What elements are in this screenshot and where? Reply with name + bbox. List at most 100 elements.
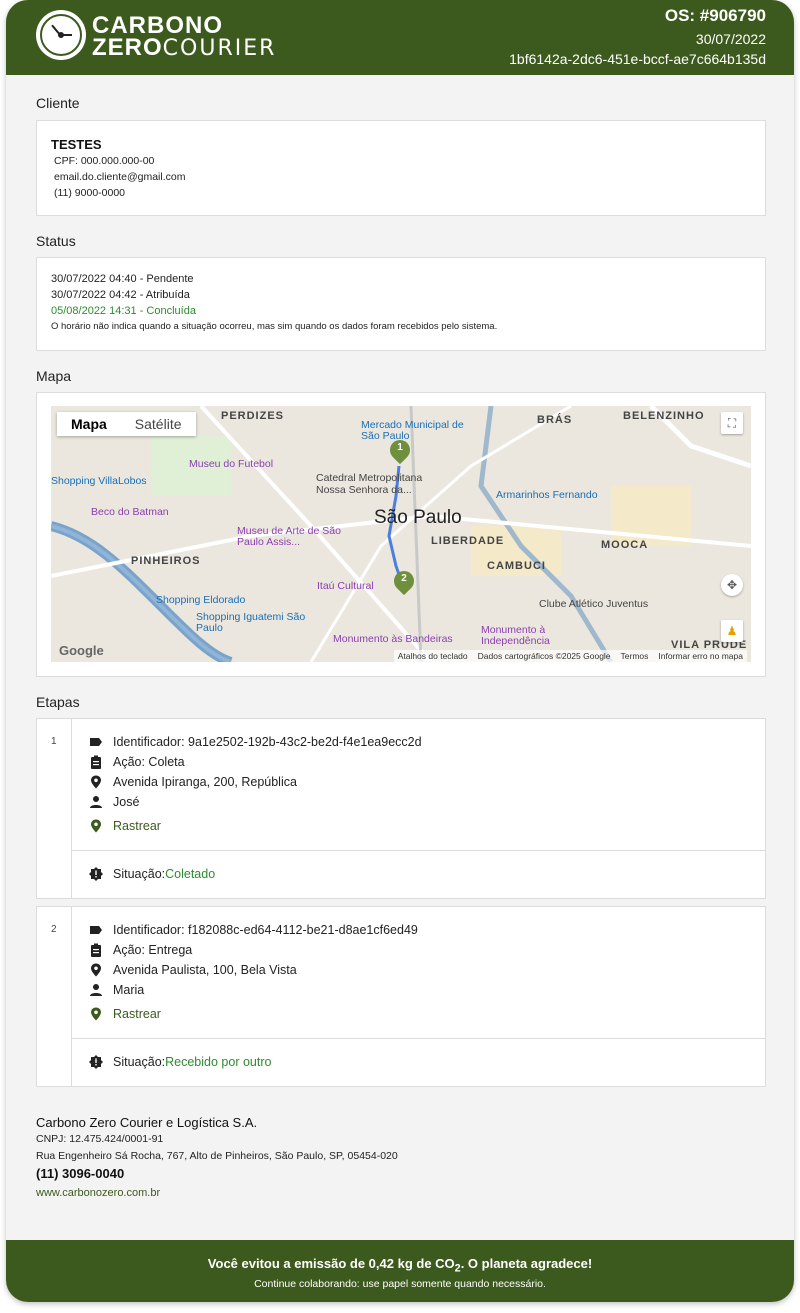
client-cpf: CPF: 000.000.000-00: [54, 155, 155, 167]
map-box: Mapa Satélite PERDIZES BRÁS BELENZINHO M…: [36, 392, 766, 677]
map-label: Catedral Metropolitana Nossa Senhora da.…: [316, 472, 423, 496]
company-address: Rua Engenheiro Sá Rocha, 767, Alto de Pi…: [36, 1150, 398, 1162]
map-type-tabs: Mapa Satélite: [57, 412, 196, 436]
track-pin-icon: [89, 1007, 103, 1021]
clipboard-icon: [89, 943, 103, 957]
map-label: Itaú Cultural: [317, 580, 374, 592]
map-footer-terms[interactable]: Termos: [621, 651, 649, 661]
step-address: Avenida Paulista, 100, Bela Vista: [113, 963, 297, 977]
map-footer-report[interactable]: Informar erro no mapa: [658, 651, 743, 661]
eco-message: Você evitou a emissão de 0,42 kg de CO2.…: [207, 1256, 593, 1275]
google-logo: Google: [59, 643, 104, 658]
step-situation-row: Situação: Coletado: [89, 867, 215, 881]
map-tab-satellite[interactable]: Satélite: [121, 412, 196, 436]
label-tag-icon: [89, 735, 103, 749]
step-situation-value: Recebido por outro: [165, 1055, 272, 1069]
eco-submessage: Continue colaborando: use papel somente …: [254, 1278, 546, 1290]
status-entry-completed: 05/08/2022 14:31 - Concluída: [51, 305, 196, 317]
alert-badge-icon: [89, 867, 103, 881]
status-box: 30/07/2022 04:40 - Pendente 30/07/2022 0…: [36, 257, 766, 351]
map-footer-shortcuts[interactable]: Atalhos do teclado: [398, 651, 468, 661]
map-label: CAMBUCI: [487, 560, 546, 572]
status-entry: 30/07/2022 04:42 - Atribuída: [51, 289, 190, 301]
company-name: Carbono Zero Courier e Logística S.A.: [36, 1115, 258, 1130]
client-email: email.do.cliente@gmail.com: [54, 171, 186, 183]
step-action: Ação: Coleta: [113, 755, 185, 769]
step-action-row: Ação: Entrega: [89, 943, 192, 957]
step-address: Avenida Ipiranga, 200, República: [113, 775, 297, 789]
map-label: Shopping VillaLobos: [51, 475, 147, 487]
map-tab-map[interactable]: Mapa: [57, 412, 121, 436]
step-person: José: [113, 795, 140, 809]
map-label: PERDIZES: [221, 410, 285, 422]
step-number-col: 2: [37, 907, 72, 1086]
step-action: Ação: Entrega: [113, 943, 193, 957]
street-view-pegman-icon[interactable]: ♟: [721, 620, 743, 642]
status-section-title: Status: [36, 233, 76, 249]
step-action-row: Ação: Coleta: [89, 755, 185, 769]
map-label: Monumento à Independência: [481, 624, 550, 647]
step-address-row: Avenida Paulista, 100, Bela Vista: [89, 963, 297, 977]
client-name: TESTES: [51, 137, 102, 152]
company-cnpj: CNPJ: 12.475.424/0001-91: [36, 1133, 164, 1145]
step-situation-label: Situação:: [113, 867, 166, 881]
step-divider: [71, 850, 765, 851]
client-box: TESTES CPF: 000.000.000-00 email.do.clie…: [36, 120, 766, 216]
client-phone: (11) 9000-0000: [54, 187, 126, 199]
person-icon: [89, 983, 103, 997]
person-icon: [89, 795, 103, 809]
map-footer-data: Dados cartográficos ©2025 Google: [477, 651, 611, 661]
step-number: 2: [51, 924, 57, 935]
map-label: Museu de Arte de São Paulo Assis...: [237, 525, 341, 548]
step-track-label: Rastrear: [113, 819, 161, 833]
step-track-link[interactable]: Rastrear: [89, 819, 161, 833]
map-city-label: São Paulo: [374, 507, 462, 528]
map-label: MOOCA: [601, 539, 649, 551]
brand-line-2: ZEROCOURIER: [92, 34, 277, 61]
clock-logo-icon: [36, 10, 86, 60]
step-person-row: Maria: [89, 983, 144, 997]
fullscreen-icon[interactable]: ⛶: [721, 412, 743, 434]
clipboard-icon: [89, 755, 103, 769]
status-note: O horário não indica quando a situação o…: [51, 321, 498, 332]
map-label: PINHEIROS: [131, 555, 201, 567]
step-identifier: Identificador: f182088c-ed64-4112-be21-d…: [113, 923, 418, 937]
location-pin-icon: [89, 963, 103, 977]
map-label: Beco do Batman: [91, 506, 169, 518]
step-identifier: Identificador: 9a1e2502-192b-43c2-be2d-f…: [113, 735, 422, 749]
step-person: Maria: [113, 983, 145, 997]
map-label: Monumento às Bandeiras: [333, 633, 453, 645]
location-pin-icon: [89, 775, 103, 789]
status-entry: 30/07/2022 04:40 - Pendente: [51, 273, 194, 285]
step-situation-value: Coletado: [165, 867, 216, 881]
label-tag-icon: [89, 923, 103, 937]
os-date: 30/07/2022: [695, 31, 766, 47]
company-website-link[interactable]: www.carbonozero.com.br: [36, 1187, 160, 1199]
step-person-row: José: [89, 795, 139, 809]
map-label: Museu do Futebol: [189, 458, 274, 470]
step-identifier-row: Identificador: 9a1e2502-192b-43c2-be2d-f…: [89, 735, 422, 749]
os-number: OS: #906790: [664, 6, 766, 25]
map-label: BRÁS: [537, 414, 573, 426]
map-view[interactable]: Mapa Satélite PERDIZES BRÁS BELENZINHO M…: [51, 406, 751, 662]
steps-section-title: Etapas: [36, 694, 80, 710]
step-card: 2 Identificador: f182088c-ed64-4112-be21…: [36, 906, 766, 1087]
os-hash: 1bf6142a-2dc6-451e-bccf-ae7c664b135d: [509, 51, 766, 67]
step-number: 1: [51, 736, 57, 747]
step-track-link[interactable]: Rastrear: [89, 1007, 161, 1021]
map-label: Shopping Eldorado: [156, 594, 246, 606]
step-card: 1 Identificador: 9a1e2502-192b-43c2-be2d…: [36, 718, 766, 899]
company-phone: (11) 3096-0040: [36, 1166, 125, 1181]
step-situation-row: Situação: Recebido por outro: [89, 1055, 271, 1069]
route-marker-2-label: 2: [401, 573, 407, 584]
step-situation-label: Situação:: [113, 1055, 166, 1069]
route-marker-1-label: 1: [397, 442, 403, 453]
map-label: Clube Atlético Juventus: [539, 598, 649, 610]
map-label: Mercado Municipal de São Paulo: [361, 419, 464, 442]
alert-badge-icon: [89, 1055, 103, 1069]
camera-control-icon[interactable]: ✥: [721, 574, 743, 596]
map-section-title: Mapa: [36, 368, 72, 384]
step-divider: [71, 1038, 765, 1039]
os-card: CARBONO ZEROCOURIER OS: #906790 30/07/20…: [6, 0, 794, 1302]
map-label: LIBERDADE: [431, 535, 505, 547]
